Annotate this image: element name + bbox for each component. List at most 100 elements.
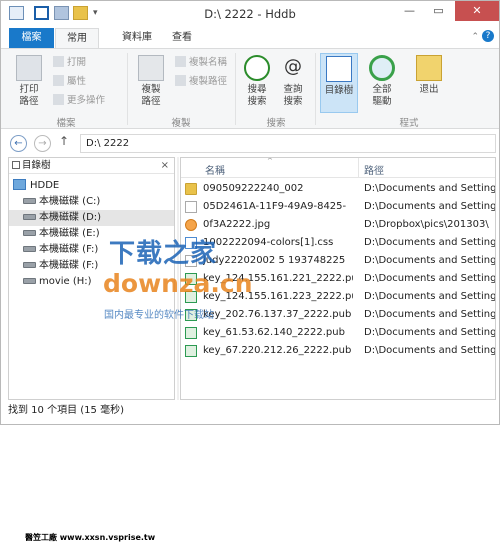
file-name: 1002222094-colors[1].css (203, 237, 334, 248)
open-icon (53, 56, 64, 67)
all-drives-label-2: 驅動 (372, 96, 392, 107)
properties-button[interactable]: 屬性 (53, 75, 86, 89)
tree-drive-label: 本機磁碟 (F:) (39, 260, 99, 271)
file-name: 090509222240_002 (203, 183, 304, 194)
file-row[interactable]: 05D2461A-11F9-49A9-8425- D:\Documents and… (181, 198, 496, 216)
drive-icon (23, 214, 36, 220)
group-divider (315, 53, 316, 125)
column-path[interactable]: 路徑 (364, 162, 384, 177)
more-actions-button[interactable]: 更多操作 (53, 94, 105, 108)
status-bar: 找到 10 个項目 (15 毫秒) (1, 402, 499, 424)
file-row[interactable]: 090509222240_002 D:\Documents and Setting (181, 180, 496, 198)
all-drives-button[interactable]: 全部 驅動 (364, 53, 400, 113)
file-path: D:\Documents and Setting (364, 237, 496, 248)
tree-pane-button[interactable]: 目錄樹 (320, 53, 358, 113)
minimize-button[interactable]: — (396, 1, 423, 21)
maximize-button[interactable]: ▭ (425, 1, 452, 21)
file-row[interactable]: 0f3A2222.jpg D:\Dropbox\pics\201303\ (181, 216, 495, 234)
tree-drive-label: 本機磁碟 (E:) (39, 228, 100, 239)
file-path: D:\Documents and Setting (364, 291, 496, 302)
tree-drive-label: 本機磁碟 (D:) (39, 212, 102, 223)
file-row[interactable]: key_67.220.212.26_2222.pub D:\Documents a… (181, 342, 496, 360)
file-name: 05D2461A-11F9-49A9-8425- (203, 201, 347, 212)
copy-path-icon (138, 55, 164, 81)
explorer-window: ▾ D:\ 2222 - Hddb — ▭ ✕ 檔案 常用 資料庫 查看 ⌃ ?… (0, 0, 500, 542)
file-path: D:\Dropbox\pics\201303\ (364, 219, 489, 230)
print-path-button[interactable]: 打印 路徑 (11, 53, 47, 113)
column-name[interactable]: 名稱 (205, 162, 225, 177)
drive-icon (23, 262, 36, 268)
open-button[interactable]: 打開 (53, 56, 86, 70)
exit-button[interactable]: 退出 (411, 53, 447, 113)
file-path: D:\Documents and Setting (364, 255, 496, 266)
tab-view[interactable]: 查看 (167, 28, 197, 48)
tree-drive-label: 本機磁碟 (C:) (39, 196, 101, 207)
print-path-label-1: 打印 (19, 84, 39, 95)
at-icon: @ (284, 56, 302, 77)
file-row[interactable]: 1002222094-colors[1].css D:\Documents and… (181, 234, 496, 252)
file-row[interactable]: key_202.76.137.37_2222.pub D:\Documents a… (181, 306, 496, 324)
file-path: D:\Documents and Setting (364, 183, 496, 194)
group-label-program: 程式 (399, 118, 419, 129)
clock-search-icon (244, 55, 270, 81)
close-button[interactable]: ✕ (455, 1, 499, 21)
copy-name-label: 複製名稱 (189, 57, 228, 68)
copy-path-label-2: 路徑 (141, 96, 161, 107)
query-label-1: 查詢 (283, 84, 303, 95)
tree-drive-label: movie (H:) (39, 276, 92, 287)
tree-drive-item[interactable]: 本機磁碟 (D:) (9, 210, 174, 226)
copy-path-small-icon (175, 75, 186, 86)
query-button[interactable]: @ 查詢 搜索 (275, 53, 311, 113)
file-name: key_202.76.137.37_2222.pub (203, 309, 352, 320)
column-header: ^ 名稱 路徑 (181, 157, 495, 178)
tree-drive-item[interactable]: 本機磁碟 (C:) (9, 194, 174, 210)
tab-share[interactable]: 資料庫 (107, 28, 167, 48)
file-path: D:\Documents and Setting (364, 273, 496, 284)
ribbon-collapse-icon[interactable]: ⌃ (471, 32, 479, 42)
forward-button[interactable]: → (34, 135, 51, 152)
print-icon (16, 55, 42, 81)
back-button[interactable]: ← (10, 135, 27, 152)
copy-path-big-button[interactable]: 複製 路徑 (133, 53, 169, 113)
file-name: key_67.220.212.26_2222.pub (203, 345, 352, 356)
column-divider[interactable] (358, 158, 359, 178)
more-icon (53, 94, 64, 105)
address-bar[interactable]: D:\ 2222 (80, 134, 496, 153)
drive-icon (23, 278, 36, 284)
tree-pane-label: 目錄樹 (324, 85, 354, 96)
copy-path-label-1: 複製 (141, 84, 161, 95)
ribbon: 打印 路徑 打開 屬性 更多操作 檔案 複製 路徑 複製名稱 複製路徑 複製 搜… (1, 48, 499, 129)
query-label-2: 搜索 (283, 96, 303, 107)
watermark-line-2: downza.cn (103, 269, 253, 298)
copy-path-button[interactable]: 複製路徑 (175, 75, 227, 89)
search-label-1: 搜尋 (247, 84, 267, 95)
more-actions-label: 更多操作 (67, 95, 106, 106)
tree-root-item[interactable]: HDDE (9, 178, 174, 194)
file-name: key_61.53.62.140_2222.pub (203, 327, 345, 338)
search-button[interactable]: 搜尋 搜索 (239, 53, 275, 113)
file-path: D:\Documents and Setting (364, 201, 496, 212)
copy-name-button[interactable]: 複製名稱 (175, 56, 227, 70)
file-path: D:\Documents and Setting (364, 309, 496, 320)
ribbon-tabs: 檔案 常用 資料庫 查看 ⌃ ? (1, 28, 499, 49)
sort-ascending-icon: ^ (267, 157, 273, 165)
watermark-line-3: 国内最专业的软件下载站 (104, 310, 214, 321)
file-path: D:\Documents and Setting (364, 345, 496, 356)
up-button[interactable]: ↑ (59, 134, 69, 148)
pane-icon (326, 56, 352, 82)
group-divider (235, 53, 236, 125)
file-name: judy22202002 5 193748225 (203, 255, 346, 266)
tab-home[interactable]: 常用 (55, 28, 99, 49)
tree-drive-label: 本機磁碟 (F:) (39, 244, 99, 255)
tab-file[interactable]: 檔案 (9, 28, 54, 48)
help-icon[interactable]: ? (482, 30, 494, 42)
close-pane-icon[interactable]: × (161, 158, 169, 173)
group-label-copy: 複製 (171, 118, 191, 129)
search-label-2: 搜索 (247, 96, 267, 107)
exit-icon (416, 55, 442, 81)
refresh-drives-icon (369, 55, 395, 81)
file-row[interactable]: key_61.53.62.140_2222.pub D:\Documents an… (181, 324, 495, 342)
file-row[interactable]: judy22202002 5 193748225 D:\Documents and… (181, 252, 496, 270)
tree-icon (12, 161, 20, 169)
copy-name-icon (175, 56, 186, 67)
